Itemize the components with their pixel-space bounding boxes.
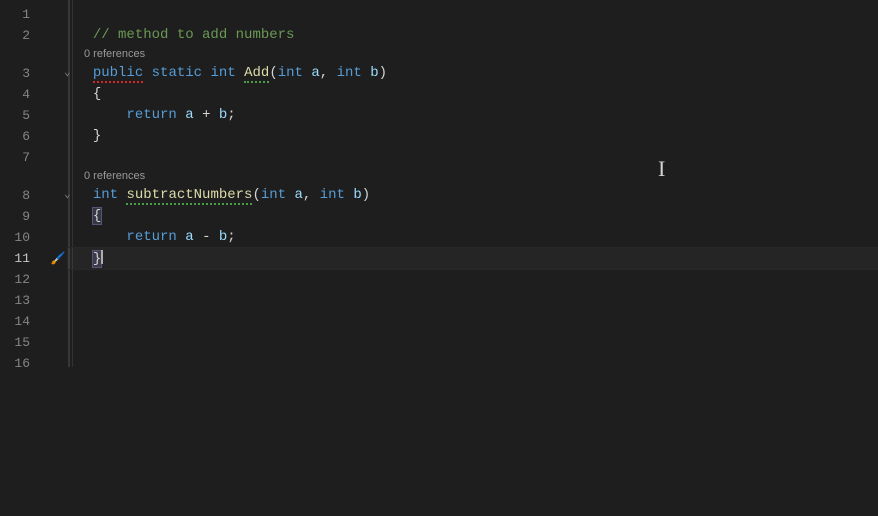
line-number[interactable]: 12 — [0, 269, 48, 290]
code-line[interactable]: ⌄ public static int Add(int a, int b) — [68, 63, 878, 84]
brace: } — [93, 128, 101, 144]
code-line[interactable]: { — [68, 206, 878, 227]
code-line[interactable]: ⌄ int subtractNumbers(int a, int b) — [68, 185, 878, 206]
line-number[interactable]: 4 — [0, 84, 48, 105]
code-line[interactable] — [68, 269, 878, 290]
brace: } — [93, 251, 101, 267]
parameter: a — [311, 65, 319, 81]
keyword: return — [126, 107, 176, 123]
chevron-down-icon[interactable]: ⌄ — [64, 63, 71, 84]
line-number[interactable]: 15 — [0, 332, 48, 353]
codelens[interactable]: 0 references — [68, 168, 878, 185]
brace: { — [93, 208, 101, 224]
type: int — [210, 65, 235, 81]
method-name: subtractNumbers — [126, 187, 252, 205]
line-number[interactable]: 10 — [0, 227, 48, 248]
method-name: Add — [244, 65, 269, 83]
code-line[interactable]: { — [68, 84, 878, 105]
code-line[interactable] — [68, 290, 878, 311]
type: int — [278, 65, 303, 81]
editor[interactable]: 1 2 3 4 5 6 7 8 9 10 11 12 13 14 15 16 🖌… — [0, 0, 878, 516]
punctuation: ; — [227, 107, 235, 123]
comment: // method to add numbers — [93, 27, 295, 43]
code-line[interactable]: return a - b; — [68, 227, 878, 248]
variable: a — [185, 229, 193, 245]
code-line[interactable] — [68, 353, 878, 374]
code-line[interactable] — [68, 4, 878, 25]
line-number[interactable]: 11 — [0, 248, 48, 269]
line-number[interactable]: 14 — [0, 311, 48, 332]
keyword: return — [126, 229, 176, 245]
line-number[interactable]: 13 — [0, 290, 48, 311]
code-line[interactable]: return a + b; — [68, 105, 878, 126]
code-line[interactable]: // method to add numbers — [68, 25, 878, 46]
code-line[interactable] — [68, 332, 878, 353]
lightbulb-icon[interactable]: 🖌️ — [51, 251, 66, 266]
type: int — [261, 187, 286, 203]
punctuation: , — [320, 65, 328, 81]
line-number-gutter: 1 2 3 4 5 6 7 8 9 10 11 12 13 14 15 16 — [0, 0, 48, 516]
line-number[interactable]: 16 — [0, 353, 48, 374]
punctuation: ; — [227, 229, 235, 245]
parameter: b — [353, 187, 361, 203]
punctuation: ) — [362, 187, 370, 203]
type: int — [337, 65, 362, 81]
line-number[interactable]: 8 — [0, 185, 48, 206]
type: int — [320, 187, 345, 203]
punctuation: ( — [269, 65, 277, 81]
line-number[interactable]: 7 — [0, 147, 48, 168]
code-line[interactable]: } — [68, 126, 878, 147]
operator: + — [202, 107, 210, 123]
code-content[interactable]: // method to add numbers 0 references ⌄ … — [68, 0, 878, 516]
punctuation: ( — [252, 187, 260, 203]
code-line[interactable] — [68, 311, 878, 332]
code-line[interactable] — [68, 147, 878, 168]
punctuation: , — [303, 187, 311, 203]
codelens[interactable]: 0 references — [68, 46, 878, 63]
parameter: a — [295, 187, 303, 203]
variable: a — [185, 107, 193, 123]
text-cursor — [101, 250, 103, 264]
keyword: public — [93, 65, 143, 83]
punctuation: ) — [379, 65, 387, 81]
line-number[interactable]: 3 — [0, 63, 48, 84]
chevron-down-icon[interactable]: ⌄ — [64, 185, 71, 206]
line-number[interactable]: 1 — [0, 4, 48, 25]
type: int — [93, 187, 118, 203]
keyword: static — [152, 65, 202, 81]
code-line[interactable]: } — [68, 248, 878, 269]
line-number[interactable]: 6 — [0, 126, 48, 147]
brace: { — [93, 86, 101, 102]
line-number[interactable]: 9 — [0, 206, 48, 227]
operator: - — [202, 229, 210, 245]
line-number[interactable]: 5 — [0, 105, 48, 126]
parameter: b — [370, 65, 378, 81]
line-number[interactable]: 2 — [0, 25, 48, 46]
